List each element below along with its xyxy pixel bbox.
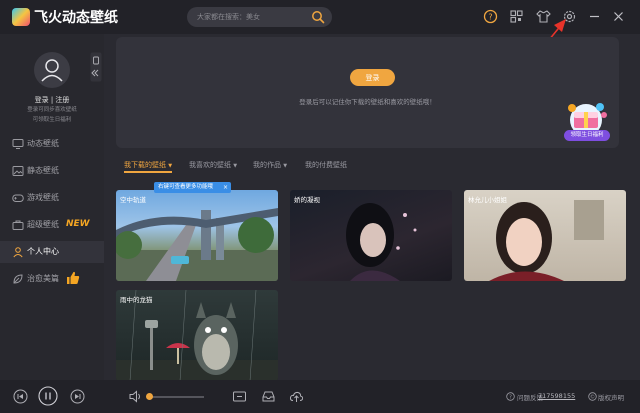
wallpaper-title: 娇的凝视 <box>294 196 320 204</box>
next-icon[interactable] <box>70 389 85 404</box>
wallpaper-card[interactable]: 娇的凝视 <box>290 190 452 281</box>
subtitle-icon[interactable] <box>232 389 247 404</box>
birthday-gift-label[interactable]: 领取生日福利 <box>564 130 610 141</box>
sidebar-item-static-wallpaper[interactable]: 静态壁纸 <box>0 160 104 182</box>
sidebar-item-label: 动态壁纸 <box>27 139 59 148</box>
chevron-down-icon: ▼ <box>233 163 238 169</box>
volume-slider-track[interactable] <box>147 396 204 398</box>
login-register-link[interactable]: 登录 | 注册 <box>0 95 104 105</box>
chevron-down-icon: ▼ <box>168 163 173 169</box>
search-input[interactable] <box>197 10 307 24</box>
search-box[interactable] <box>187 7 332 27</box>
svg-text:?: ? <box>509 395 512 401</box>
image-icon <box>12 166 24 176</box>
login-tip: 登录可同步喜欢壁纸 <box>27 107 77 113</box>
minimize-icon[interactable] <box>587 9 602 24</box>
login-button[interactable]: 登录 <box>350 69 395 86</box>
copyright-link[interactable]: 版权声明 <box>598 392 624 402</box>
cloud-upload-icon[interactable] <box>289 389 304 404</box>
search-icon[interactable] <box>311 10 325 24</box>
copyright-icon: © <box>588 392 597 401</box>
sidebar-item-label: 治愈美篇 <box>27 274 59 283</box>
thumbs-up-icon <box>67 271 80 284</box>
tab-label: 我下载的壁纸 <box>124 161 166 169</box>
sidebar-item-live-wallpaper[interactable]: 动态壁纸 <box>0 133 104 155</box>
tab-label: 我的作品 <box>253 161 281 169</box>
feedback-qq-link[interactable]: 717598155 <box>538 392 575 400</box>
tab-label: 我的付费壁纸 <box>305 161 347 169</box>
svg-text:©: © <box>590 394 595 401</box>
monitor-icon <box>12 139 24 149</box>
sidebar-item-label: 超级壁纸 <box>27 220 59 229</box>
birthday-tip: 可领取生日福利 <box>32 117 72 123</box>
collapse-sidebar-icon[interactable] <box>90 52 102 82</box>
sidebar-item-label: 静态壁纸 <box>27 166 59 175</box>
active-tab-indicator <box>124 171 172 173</box>
tab-my-favorites[interactable]: 我喜欢的壁纸 ▼ <box>189 160 237 170</box>
new-badge: NEW <box>66 219 90 229</box>
previous-icon[interactable] <box>13 389 28 404</box>
tab-my-downloads[interactable]: 我下载的壁纸 ▼ <box>124 160 172 170</box>
tooltip-close-icon[interactable]: × <box>223 182 228 193</box>
tooltip-text: 右键可查看更多功能哦 <box>158 184 214 190</box>
leaf-icon <box>13 274 23 284</box>
app-title: 飞火动态壁纸 <box>34 10 118 26</box>
pause-icon[interactable] <box>38 386 58 406</box>
user-icon <box>13 247 23 258</box>
banner-message: 登录后可以记住你下载的壁纸和喜欢的壁纸哦！ <box>299 98 436 106</box>
wallpaper-card[interactable]: 空中轨道 <box>116 190 278 281</box>
right-click-tooltip: 右键可查看更多功能哦 × <box>154 182 231 193</box>
sidebar-item-personal-center[interactable]: 个人中心 <box>0 241 104 263</box>
tab-my-paid[interactable]: 我的付费壁纸 <box>305 160 347 170</box>
volume-icon[interactable] <box>128 389 143 404</box>
sidebar-item-game-wallpaper[interactable]: 游戏壁纸 <box>0 187 104 209</box>
close-icon[interactable] <box>611 9 626 24</box>
briefcase-icon <box>12 220 24 230</box>
tab-my-works[interactable]: 我的作品 ▼ <box>253 160 287 170</box>
wallpaper-title: 雨中的龙猫 <box>120 296 153 304</box>
app-logo-icon <box>12 8 30 26</box>
sidebar-item-label: 游戏壁纸 <box>27 193 59 202</box>
feedback-icon: ? <box>506 392 515 401</box>
wallpaper-card[interactable]: 雨中的龙猫 <box>116 290 278 381</box>
login-banner <box>116 37 619 148</box>
avatar[interactable] <box>34 52 70 88</box>
volume-slider-handle[interactable] <box>146 393 153 400</box>
chevron-down-icon: ▼ <box>283 163 288 169</box>
gamepad-icon <box>12 194 24 202</box>
user-avatar-icon <box>41 59 63 82</box>
wallpaper-title: 空中轨道 <box>120 196 146 204</box>
sidebar-item-label: 个人中心 <box>27 247 59 256</box>
wallpaper-card[interactable]: 林允儿小姐姐 <box>464 190 626 281</box>
tab-label: 我喜欢的壁纸 <box>189 161 231 169</box>
wallpaper-title: 林允儿小姐姐 <box>468 196 507 204</box>
sidebar-item-healing-articles[interactable]: 治愈美篇 <box>0 268 104 290</box>
inbox-icon[interactable] <box>261 389 276 404</box>
